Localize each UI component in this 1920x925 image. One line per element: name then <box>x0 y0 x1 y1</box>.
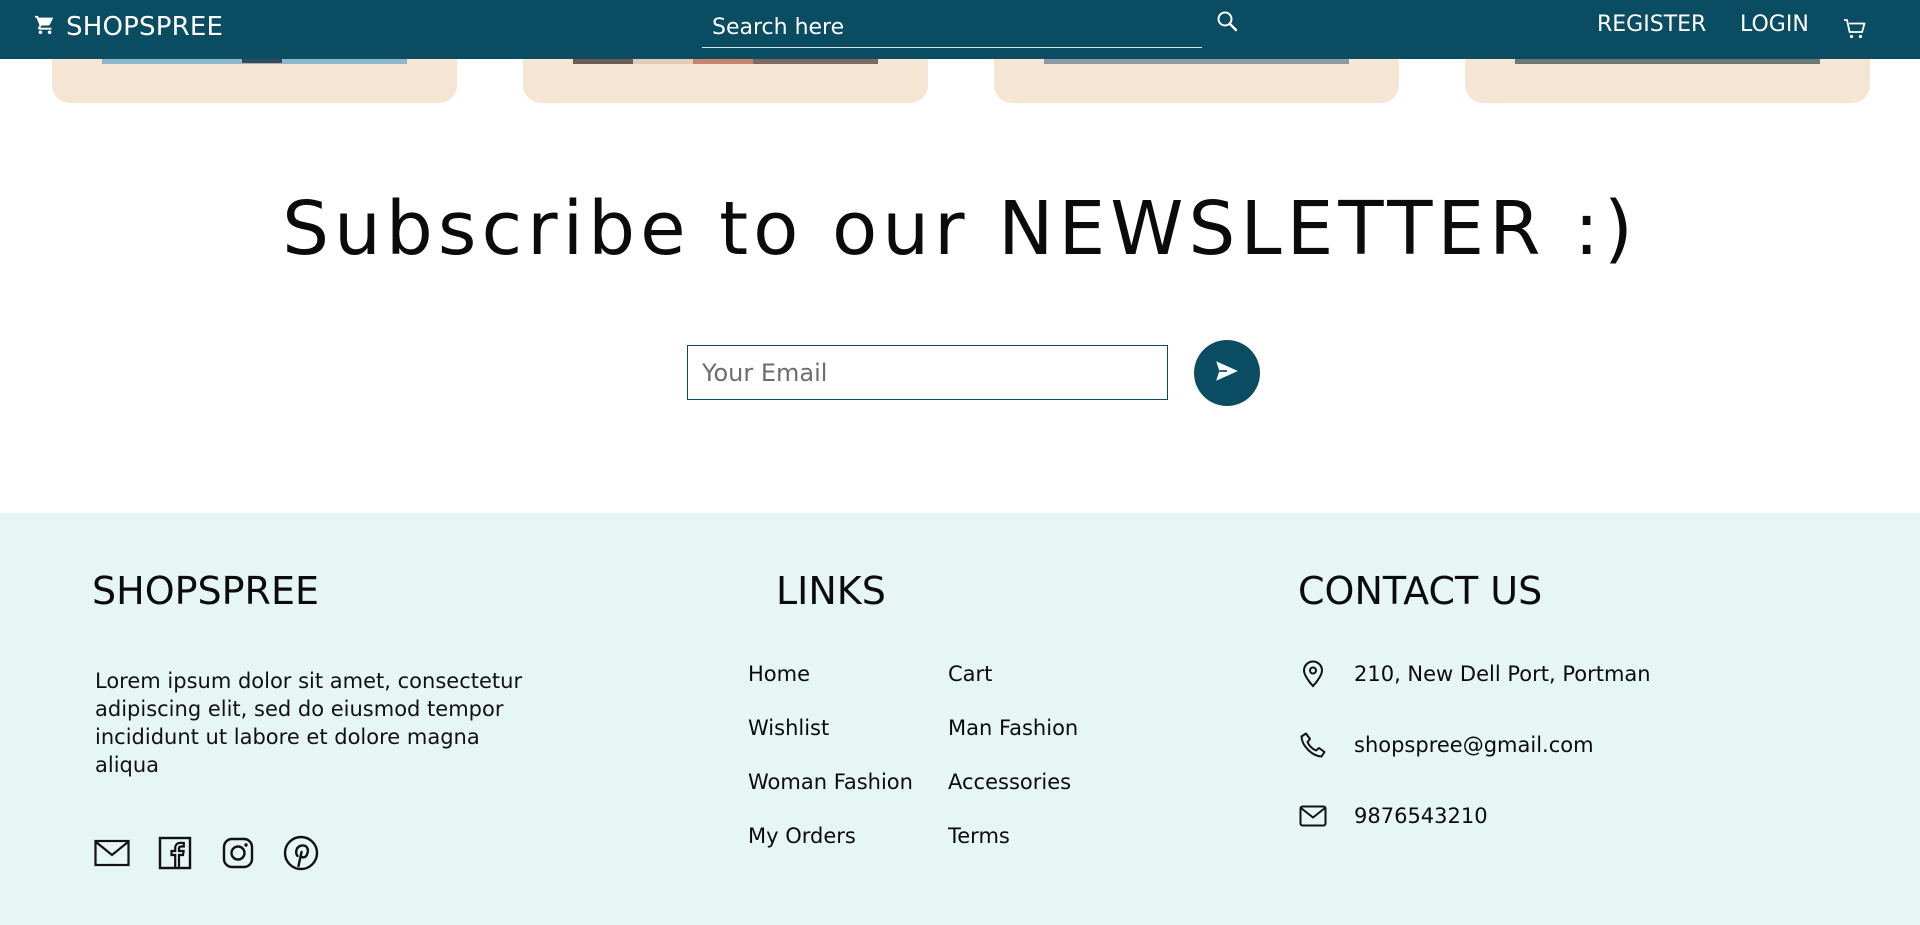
send-icon <box>1214 358 1240 388</box>
top-navbar: SHOPSPREE REGISTER LOGIN <box>0 0 1920 59</box>
search-bar <box>702 8 1202 48</box>
search-input[interactable] <box>702 8 1202 47</box>
footer-brand-heading: SHOPSPREE <box>92 569 319 613</box>
contact-address: 210, New Dell Port, Portman <box>1298 653 1651 695</box>
footer-link-accessories[interactable]: Accessories <box>948 769 1148 796</box>
contact-list: 210, New Dell Port, Portman shopspree@gm… <box>1298 653 1651 866</box>
contact-address-text: 210, New Dell Port, Portman <box>1354 662 1651 686</box>
search-icon <box>1215 9 1239 37</box>
footer-links-heading: LINKS <box>776 569 886 613</box>
newsletter-title: Subscribe to our NEWSLETTER :) <box>282 186 1638 272</box>
brand-name: SHOPSPREE <box>66 12 224 42</box>
footer-link-my-orders[interactable]: My Orders <box>748 823 948 850</box>
envelope-icon <box>1298 801 1328 831</box>
footer-link-cart[interactable]: Cart <box>948 661 1148 688</box>
footer-link-terms[interactable]: Terms <box>948 823 1148 850</box>
contact-phone: 9876543210 <box>1298 795 1651 837</box>
phone-icon <box>1298 730 1328 760</box>
instagram-icon[interactable] <box>220 835 256 871</box>
contact-email-text[interactable]: shopspree@gmail.com <box>1354 733 1594 757</box>
register-link[interactable]: REGISTER <box>1597 12 1706 37</box>
contact-email: shopspree@gmail.com <box>1298 724 1651 766</box>
footer-link-man-fashion[interactable]: Man Fashion <box>948 715 1148 742</box>
social-links <box>94 835 319 871</box>
footer-link-woman-fashion[interactable]: Woman Fashion <box>748 769 948 796</box>
email-field[interactable] <box>687 345 1168 400</box>
pinterest-icon[interactable] <box>283 835 319 871</box>
search-button[interactable] <box>1212 8 1242 38</box>
login-link[interactable]: LOGIN <box>1740 12 1809 37</box>
location-pin-icon <box>1298 659 1328 689</box>
footer: SHOPSPREE Lorem ipsum dolor sit amet, co… <box>0 513 1920 925</box>
footer-link-home[interactable]: Home <box>748 661 948 688</box>
brand-logo[interactable]: SHOPSPREE <box>34 10 223 44</box>
mail-icon[interactable] <box>94 835 130 871</box>
footer-description: Lorem ipsum dolor sit amet, consectetur … <box>95 669 523 777</box>
footer-contact-heading: CONTACT US <box>1298 569 1543 613</box>
facebook-icon[interactable] <box>157 835 193 871</box>
footer-links: Home Cart Wishlist Man Fashion Woman Fas… <box>748 661 1148 850</box>
cart-icon[interactable] <box>1842 16 1870 44</box>
subscribe-button[interactable] <box>1194 340 1260 406</box>
contact-phone-text[interactable]: 9876543210 <box>1354 804 1488 828</box>
footer-link-wishlist[interactable]: Wishlist <box>748 715 948 742</box>
cart-filled-icon <box>34 14 56 40</box>
